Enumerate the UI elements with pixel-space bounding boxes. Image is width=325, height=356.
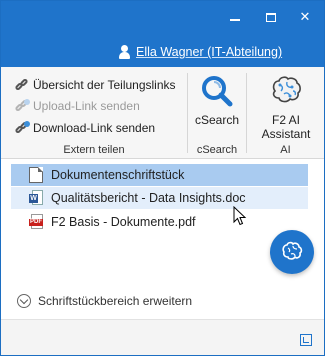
list-item[interactable]: PDF F2 Basis - Dokumente.pdf: [11, 211, 308, 233]
group-label-ai: AI: [280, 144, 291, 156]
group-extern-teilen: Übersicht der Teilungslinks Upload-Link …: [1, 67, 187, 159]
expand-label: Schriftstückbereich erweitern: [38, 294, 193, 308]
group-label-extern-teilen: Extern teilen: [63, 144, 125, 156]
group-csearch: cSearch cSearch: [188, 67, 246, 159]
csearch-button[interactable]: cSearch: [189, 71, 245, 127]
blank-document-icon: [29, 167, 43, 183]
search-icon: [199, 73, 235, 109]
upload-link-senden-button[interactable]: Upload-Link senden: [14, 96, 140, 116]
group-label-csearch: cSearch: [196, 144, 238, 156]
user-name: Ella Wagner (IT-Abteilung): [136, 45, 283, 59]
user-icon: [118, 45, 131, 59]
title-bar: ✕ Ella Wagner (IT-Abteilung): [1, 1, 324, 67]
document-name: Dokumentenschriftstück: [51, 168, 185, 182]
f2-ai-label-line1: F2 AI: [271, 113, 300, 127]
ribbon: Übersicht der Teilungslinks Upload-Link …: [1, 67, 324, 159]
brain-icon: [268, 73, 304, 109]
upload-link-senden-label: Upload-Link senden: [33, 99, 140, 113]
popout-icon[interactable]: [300, 334, 312, 346]
chevron-down-icon: [17, 294, 31, 308]
uebersicht-teilungslinks-label: Übersicht der Teilungslinks: [33, 78, 176, 92]
download-link-icon: [14, 120, 30, 135]
document-name: F2 Basis - Dokumente.pdf: [51, 215, 196, 229]
f2-window: ✕ Ella Wagner (IT-Abteilung) Übersicht d…: [0, 0, 325, 356]
ai-assistant-fab[interactable]: [270, 230, 314, 274]
brain-icon: [282, 241, 303, 260]
f2-ai-assistant-button[interactable]: F2 AI Assistant: [258, 71, 314, 141]
link-icon: [14, 77, 29, 92]
minimize-icon: [230, 19, 240, 21]
expand-document-area-button[interactable]: Schriftstückbereich erweitern: [17, 293, 192, 309]
upload-link-icon: [14, 98, 30, 113]
maximize-icon: [266, 13, 276, 22]
uebersicht-teilungslinks-button[interactable]: Übersicht der Teilungslinks: [14, 75, 176, 95]
maximize-button[interactable]: [263, 9, 279, 25]
list-item[interactable]: W Qualitätsbericht - Data Insights.doc: [11, 187, 308, 209]
download-link-senden-label: Download-Link senden: [33, 121, 156, 135]
status-bar: [1, 319, 324, 355]
f2-ai-label-line2: Assistant: [261, 127, 311, 141]
close-icon: ✕: [299, 9, 311, 24]
user-link[interactable]: Ella Wagner (IT-Abteilung): [118, 43, 282, 61]
minimize-button[interactable]: [227, 9, 243, 25]
close-button[interactable]: ✕: [297, 9, 313, 25]
pdf-document-icon: PDF: [29, 214, 43, 230]
word-document-icon: W: [29, 190, 43, 206]
download-link-senden-button[interactable]: Download-Link senden: [14, 118, 156, 138]
group-ai: F2 AI Assistant AI: [247, 67, 324, 159]
document-name: Qualitätsbericht - Data Insights.doc: [51, 191, 246, 205]
csearch-button-label: cSearch: [194, 113, 240, 127]
mouse-cursor-icon: [233, 206, 247, 226]
list-item[interactable]: Dokumentenschriftstück: [11, 164, 308, 186]
